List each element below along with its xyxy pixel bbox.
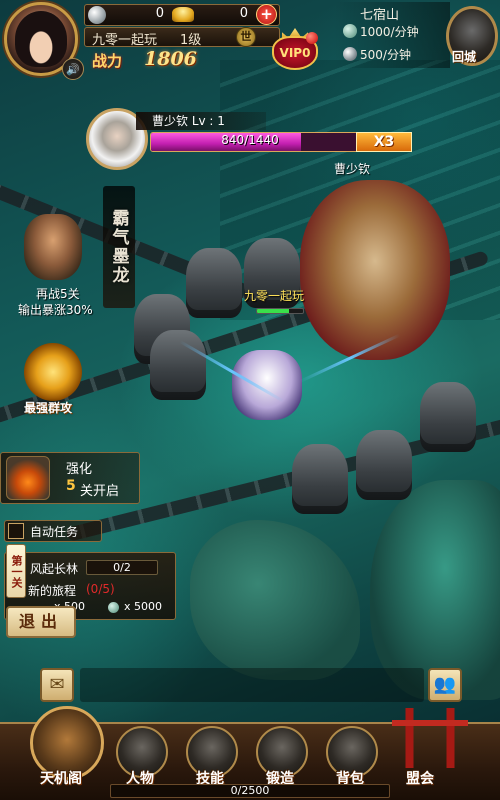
event1-line1: 再战5关 [36, 287, 80, 301]
auto-task-label: 自动任务 [30, 525, 79, 539]
exp-rate: 1000/分钟 [360, 25, 419, 39]
quest-stage-progress: 0/2 [86, 560, 158, 575]
sound-toggle-button[interactable]: 🔊 [62, 58, 84, 80]
player-name: 九零一起玩 [92, 33, 158, 48]
enhance-unlock-stage: 5 [66, 478, 76, 494]
boss-scene-name: 曹少钦 [334, 162, 371, 176]
jade-coin-icon [108, 602, 119, 613]
menu-label-tianjige: 天机阁 [40, 771, 82, 787]
statue-hand [190, 520, 360, 680]
friends-button[interactable]: 👥 [428, 668, 462, 702]
menu-label-union: 盟会 [406, 771, 434, 787]
silver-rate: 500/分钟 [360, 48, 411, 62]
enemy-soldier[interactable] [292, 444, 348, 514]
gold-ingot-icon [172, 7, 194, 22]
quest-name: 新的旅程 [28, 584, 77, 598]
hero-scene-name: 九零一起玩 [244, 289, 305, 303]
recharge-plus-button[interactable]: + [256, 4, 277, 25]
exit-button[interactable]: 退出 [6, 606, 76, 638]
enemy-soldier[interactable] [356, 430, 412, 500]
chat-bar[interactable] [80, 668, 424, 702]
enemy-soldier[interactable] [420, 382, 476, 452]
enemy-soldier[interactable] [150, 330, 206, 400]
silver-amount: 0 [155, 6, 164, 21]
hero-hp-bar [256, 308, 304, 314]
anvil-icon [6, 456, 50, 500]
speaker-icon: 🔊 [66, 62, 80, 76]
envelope-icon: ✉ [49, 674, 65, 695]
avatar-portrait [15, 11, 67, 67]
chapter-tag-text: 第一关 [10, 554, 23, 588]
return-city-label: 回城 [452, 50, 477, 64]
stage-name: 七宿山 [360, 8, 400, 23]
combat-power-value: 1806 [144, 48, 197, 70]
hero-hp-fill [257, 309, 290, 313]
event-banner-text: 霸气墨龙 [108, 209, 129, 285]
boss-hp-text: 840/1440 [221, 133, 279, 147]
jade-coin-icon [343, 24, 357, 38]
warrior-event-icon[interactable] [24, 214, 82, 280]
quest-count: (0/5) [86, 582, 115, 596]
hero-sprite [232, 350, 302, 420]
event1-line2: 输出暴涨30% [18, 303, 93, 317]
quest-reward-exp: x 5000 [124, 600, 163, 613]
world-chat-badge[interactable]: 世 [236, 27, 256, 47]
boss-hp-multiplier: X3 [356, 132, 412, 152]
auto-task-checkbox[interactable] [8, 523, 24, 539]
event-banner[interactable]: 霸气墨龙 [103, 186, 135, 308]
group-attack-label: 最强群攻 [24, 401, 73, 415]
player-level: 1级 [180, 33, 202, 48]
silver-coin-icon [343, 47, 357, 61]
boss-name-level: 曹少钦 Lv : 1 [152, 114, 225, 128]
experience-text: 0/2500 [230, 784, 270, 797]
quest-stage-name: 风起长林 [30, 562, 79, 576]
group-attack-icon[interactable] [24, 343, 82, 401]
jade-statue [370, 480, 500, 700]
boss-sprite[interactable] [300, 180, 450, 360]
enhance-title: 强化 [66, 462, 93, 477]
union-gate-icon[interactable] [392, 708, 468, 768]
gold-amount: 0 [239, 6, 248, 21]
combat-power-label: 战力 [92, 52, 123, 70]
mail-button[interactable]: ✉ [40, 668, 74, 702]
chapter-tag: 第一关 [6, 544, 26, 598]
notification-dot [306, 32, 318, 44]
silver-coin-icon [88, 6, 106, 24]
enemy-soldier[interactable] [186, 248, 242, 318]
friends-icon: 👥 [433, 674, 457, 695]
enhance-unlock-text: 关开启 [80, 484, 120, 499]
